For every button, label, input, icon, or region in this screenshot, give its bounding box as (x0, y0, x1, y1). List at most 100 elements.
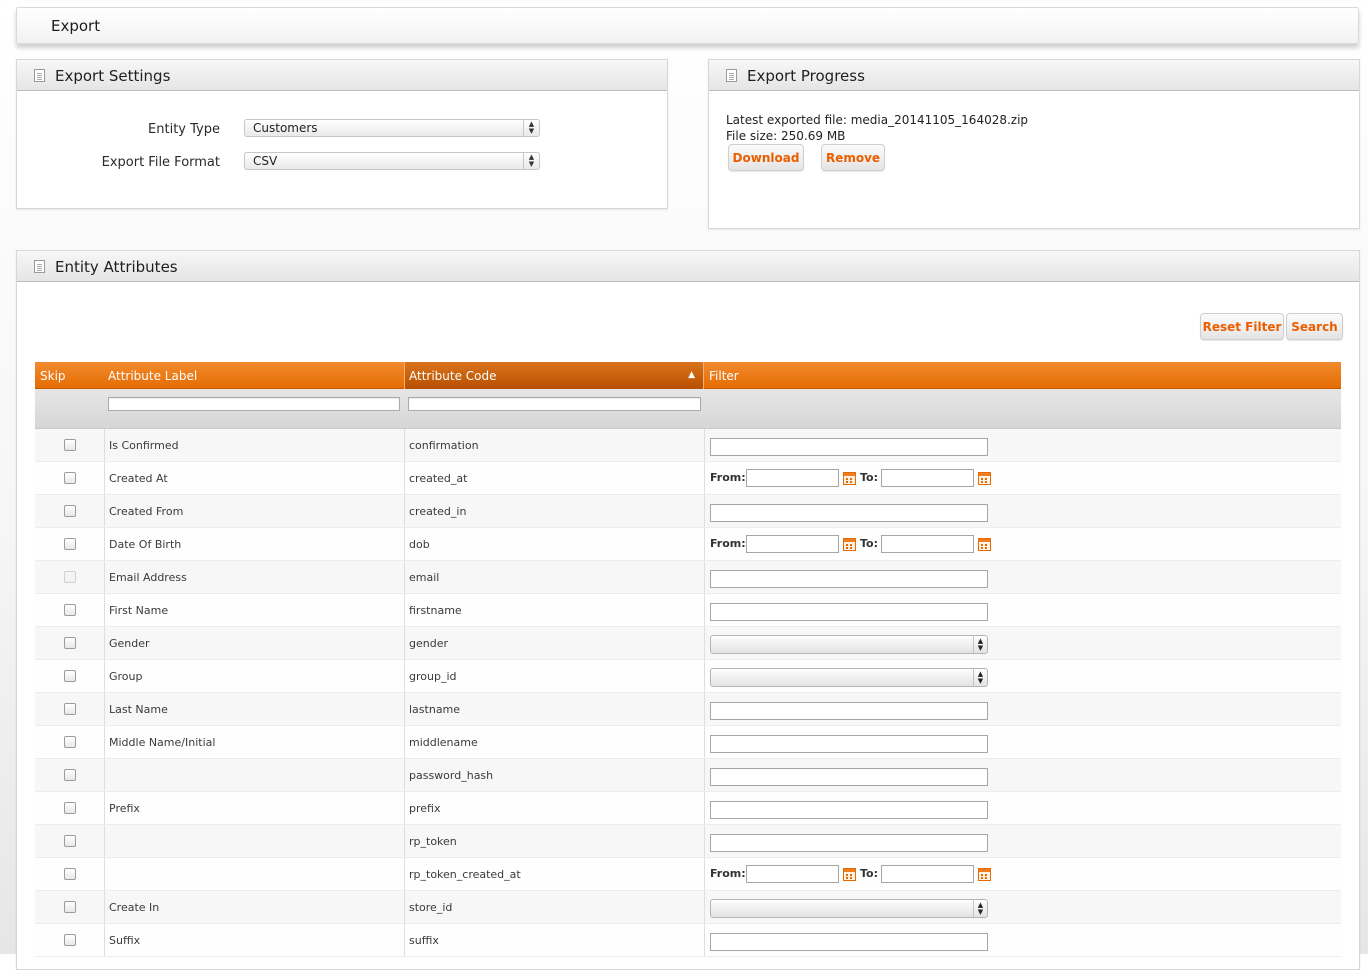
attribute-label: Date Of Birth (109, 538, 182, 551)
table-row: Middle Name/Initial middlename (35, 726, 1341, 759)
table-row: password_hash (35, 759, 1341, 792)
attribute-code: store_id (409, 901, 453, 914)
filter-date-range: From: To: (710, 535, 1000, 555)
skip-checkbox[interactable] (64, 835, 76, 847)
table-row: Last Name lastname (35, 693, 1341, 726)
table-row: Email Address email (35, 561, 1341, 594)
date-from-input[interactable] (746, 865, 839, 883)
attribute-label: Create In (109, 901, 160, 914)
date-to-input[interactable] (881, 535, 974, 553)
attribute-label-filter-input[interactable] (108, 397, 400, 411)
column-filter: Filter (709, 369, 739, 383)
entity-type-select[interactable]: Customers ▲ ▼ (244, 119, 540, 137)
column-attribute-label[interactable]: Attribute Label (108, 362, 404, 389)
reset-filter-button[interactable]: Reset Filter (1200, 313, 1284, 340)
skip-cell (35, 792, 104, 824)
skip-checkbox[interactable] (64, 637, 76, 649)
skip-cell (35, 627, 104, 659)
skip-cell (35, 429, 104, 461)
attribute-label-cell: Last Name (104, 693, 404, 725)
filter-text-input[interactable] (710, 933, 988, 951)
skip-checkbox[interactable] (64, 505, 76, 517)
entity-attributes-header: Entity Attributes (17, 251, 1359, 282)
latest-exported-file: Latest exported file: media_20141105_164… (726, 113, 1029, 127)
filter-select[interactable]: ▲ ▼ (710, 635, 988, 654)
skip-checkbox[interactable] (64, 802, 76, 814)
skip-checkbox[interactable] (64, 736, 76, 748)
attribute-label-cell: Suffix (104, 924, 404, 956)
filter-cell: From: To: (704, 858, 1341, 890)
attribute-label-cell: Gender (104, 627, 404, 659)
column-attribute-code[interactable]: Attribute Code ▲ (404, 362, 704, 389)
attribute-code: group_id (409, 670, 457, 683)
skip-checkbox[interactable] (64, 934, 76, 946)
attribute-code-cell: firstname (404, 594, 704, 626)
skip-checkbox[interactable] (64, 670, 76, 682)
filter-text-input[interactable] (710, 570, 988, 588)
filter-select[interactable]: ▲ ▼ (710, 668, 988, 687)
table-row: Gender gender ▲ ▼ (35, 627, 1341, 660)
skip-checkbox[interactable] (64, 769, 76, 781)
attribute-code-cell: store_id (404, 891, 704, 923)
calendar-icon[interactable] (978, 868, 991, 881)
filter-cell (704, 429, 1341, 461)
filter-text-input[interactable] (710, 504, 988, 522)
filter-date-range: From: To: (710, 469, 1000, 489)
calendar-icon[interactable] (843, 472, 856, 485)
skip-checkbox[interactable] (64, 703, 76, 715)
page-header: Export (16, 7, 1359, 44)
search-button[interactable]: Search (1286, 313, 1343, 340)
column-skip[interactable]: Skip (40, 362, 100, 389)
export-file-format-select[interactable]: CSV ▲ ▼ (244, 152, 540, 170)
entity-type-value: Customers (253, 121, 318, 135)
filter-select[interactable]: ▲ ▼ (710, 899, 988, 918)
skip-checkbox[interactable] (64, 868, 76, 880)
filter-text-input[interactable] (710, 735, 988, 753)
attribute-code-filter-input[interactable] (408, 397, 701, 411)
attribute-code: rp_token (409, 835, 457, 848)
attribute-label: Created From (109, 505, 184, 518)
document-icon (34, 69, 45, 82)
filter-text-input[interactable] (710, 768, 988, 786)
skip-cell (35, 495, 104, 527)
export-settings-panel: Export Settings Entity Type Customers ▲ ▼… (16, 59, 668, 209)
calendar-icon[interactable] (978, 538, 991, 551)
table-row: Group group_id ▲ ▼ (35, 660, 1341, 693)
export-settings-title: Export Settings (55, 67, 171, 85)
calendar-icon[interactable] (843, 868, 856, 881)
date-to-input[interactable] (881, 469, 974, 487)
skip-checkbox[interactable] (64, 439, 76, 451)
attribute-label-cell: Prefix (104, 792, 404, 824)
remove-button[interactable]: Remove (821, 144, 885, 171)
grid-body: Is Confirmed confirmation Created At create… (35, 429, 1341, 957)
date-to-input[interactable] (881, 865, 974, 883)
date-from-input[interactable] (746, 469, 839, 487)
attribute-code: created_in (409, 505, 467, 518)
table-row: First Name firstname (35, 594, 1341, 627)
calendar-icon[interactable] (978, 472, 991, 485)
skip-checkbox[interactable] (64, 472, 76, 484)
filter-text-input[interactable] (710, 438, 988, 456)
attribute-code: firstname (409, 604, 462, 617)
filter-text-input[interactable] (710, 801, 988, 819)
from-label: From: (710, 867, 746, 880)
table-row: rp_token (35, 825, 1341, 858)
filter-text-input[interactable] (710, 834, 988, 852)
attribute-label-cell: Created At (104, 462, 404, 494)
attribute-code: gender (409, 637, 448, 650)
skip-checkbox (64, 571, 76, 583)
calendar-icon[interactable] (843, 538, 856, 551)
skip-checkbox[interactable] (64, 901, 76, 913)
skip-cell (35, 924, 104, 956)
skip-cell (35, 528, 104, 560)
date-from-input[interactable] (746, 535, 839, 553)
attribute-code: confirmation (409, 439, 479, 452)
filter-text-input[interactable] (710, 603, 988, 621)
download-button[interactable]: Download (728, 144, 804, 171)
skip-cell (35, 660, 104, 692)
attribute-label: Middle Name/Initial (109, 736, 216, 749)
skip-checkbox[interactable] (64, 538, 76, 550)
filter-text-input[interactable] (710, 702, 988, 720)
skip-checkbox[interactable] (64, 604, 76, 616)
attribute-label-cell: Is Confirmed (104, 429, 404, 461)
